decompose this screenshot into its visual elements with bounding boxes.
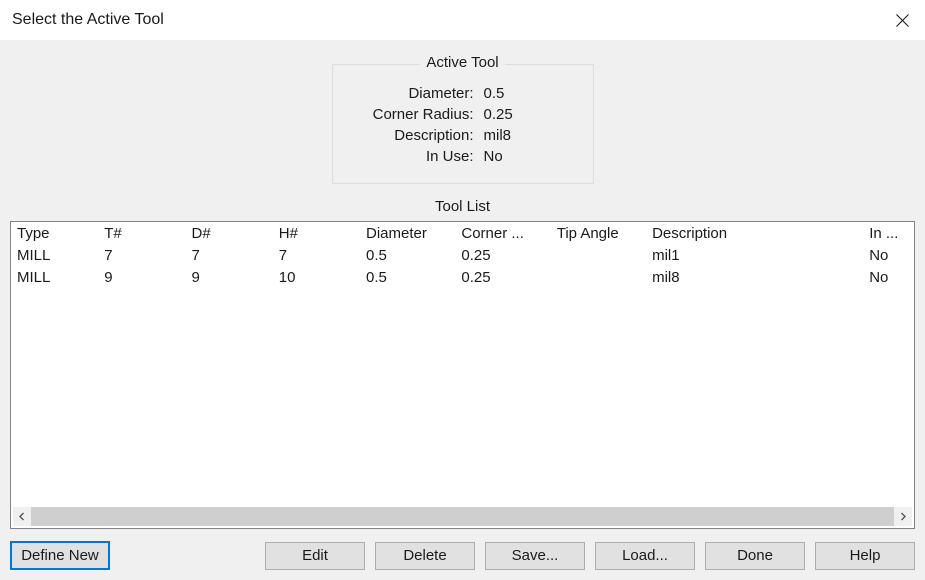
client-area: Active Tool Diameter: 0.5 Corner Radius:… bbox=[0, 40, 925, 580]
col-diameter[interactable]: Diameter bbox=[360, 222, 455, 244]
close-button[interactable] bbox=[879, 0, 925, 40]
col-d-no[interactable]: D# bbox=[186, 222, 273, 244]
label-corner-radius: Corner Radius: bbox=[349, 106, 484, 123]
scroll-left-arrow-icon[interactable] bbox=[13, 507, 31, 526]
tool-list-grid[interactable]: Type T# D# H# Diameter Corner ... Tip An… bbox=[11, 222, 914, 505]
active-tool-row-diameter: Diameter: 0.5 bbox=[349, 85, 577, 102]
table-header-row: Type T# D# H# Diameter Corner ... Tip An… bbox=[11, 222, 914, 244]
cell-t-no: 7 bbox=[98, 244, 185, 266]
table-row[interactable]: MILL 7 7 7 0.5 0.25 mil1 No bbox=[11, 244, 914, 266]
cell-in-use: No bbox=[863, 244, 914, 266]
chevron-left-icon bbox=[18, 512, 26, 521]
cell-diameter: 0.5 bbox=[360, 266, 455, 288]
edit-button[interactable]: Edit bbox=[265, 542, 365, 570]
horizontal-scrollbar[interactable] bbox=[13, 507, 912, 526]
label-description: Description: bbox=[349, 127, 484, 144]
active-tool-row-corner-radius: Corner Radius: 0.25 bbox=[349, 106, 577, 123]
value-in-use: No bbox=[484, 148, 577, 165]
cell-h-no: 10 bbox=[273, 266, 360, 288]
save-button[interactable]: Save... bbox=[485, 542, 585, 570]
col-type[interactable]: Type bbox=[11, 222, 98, 244]
col-tip-angle[interactable]: Tip Angle bbox=[551, 222, 646, 244]
cell-type: MILL bbox=[11, 266, 98, 288]
col-h-no[interactable]: H# bbox=[273, 222, 360, 244]
define-new-button[interactable]: Define New bbox=[10, 541, 110, 570]
scroll-right-arrow-icon[interactable] bbox=[894, 507, 912, 526]
label-in-use: In Use: bbox=[349, 148, 484, 165]
col-t-no[interactable]: T# bbox=[98, 222, 185, 244]
col-description[interactable]: Description bbox=[646, 222, 863, 244]
active-tool-group: Active Tool Diameter: 0.5 Corner Radius:… bbox=[332, 64, 594, 184]
cell-d-no: 9 bbox=[186, 266, 273, 288]
titlebar: Select the Active Tool bbox=[0, 0, 925, 40]
chevron-right-icon bbox=[899, 512, 907, 521]
value-description: mil8 bbox=[484, 127, 577, 144]
cell-tip-angle bbox=[551, 244, 646, 266]
cell-in-use: No bbox=[863, 266, 914, 288]
col-in-use[interactable]: In ... bbox=[863, 222, 914, 244]
tool-list-heading: Tool List bbox=[10, 198, 915, 215]
value-corner-radius: 0.25 bbox=[484, 106, 577, 123]
done-button[interactable]: Done bbox=[705, 542, 805, 570]
value-diameter: 0.5 bbox=[484, 85, 577, 102]
delete-button[interactable]: Delete bbox=[375, 542, 475, 570]
cell-t-no: 9 bbox=[98, 266, 185, 288]
cell-corner: 0.25 bbox=[455, 244, 550, 266]
dialog-window: Select the Active Tool Active Tool Diame… bbox=[0, 0, 925, 580]
active-tool-row-in-use: In Use: No bbox=[349, 148, 577, 165]
button-row: Define New Edit Delete Save... Load... D… bbox=[10, 541, 915, 570]
cell-d-no: 7 bbox=[186, 244, 273, 266]
tool-list-box: Type T# D# H# Diameter Corner ... Tip An… bbox=[10, 221, 915, 529]
scrollbar-track[interactable] bbox=[31, 507, 894, 526]
help-button[interactable]: Help bbox=[815, 542, 915, 570]
cell-tip-angle bbox=[551, 266, 646, 288]
window-title: Select the Active Tool bbox=[12, 11, 879, 29]
cell-description: mil8 bbox=[646, 266, 863, 288]
load-button[interactable]: Load... bbox=[595, 542, 695, 570]
cell-description: mil1 bbox=[646, 244, 863, 266]
label-diameter: Diameter: bbox=[349, 85, 484, 102]
cell-h-no: 7 bbox=[273, 244, 360, 266]
active-tool-legend: Active Tool bbox=[333, 54, 593, 71]
table-row[interactable]: MILL 9 9 10 0.5 0.25 mil8 No bbox=[11, 266, 914, 288]
col-corner[interactable]: Corner ... bbox=[455, 222, 550, 244]
cell-diameter: 0.5 bbox=[360, 244, 455, 266]
close-icon bbox=[896, 14, 909, 27]
active-tool-legend-text: Active Tool bbox=[420, 54, 504, 71]
active-tool-row-description: Description: mil8 bbox=[349, 127, 577, 144]
cell-type: MILL bbox=[11, 244, 98, 266]
tool-list-table: Type T# D# H# Diameter Corner ... Tip An… bbox=[11, 222, 914, 288]
cell-corner: 0.25 bbox=[455, 266, 550, 288]
